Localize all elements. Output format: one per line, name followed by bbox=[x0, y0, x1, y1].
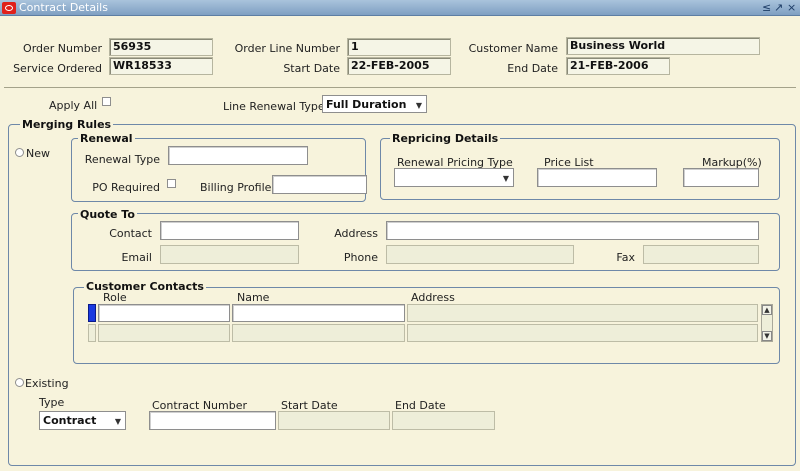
markup-input[interactable] bbox=[683, 168, 759, 187]
phone-field bbox=[386, 245, 574, 264]
renewal-title: Renewal bbox=[78, 132, 135, 145]
scroll-up-icon[interactable]: ▲ bbox=[762, 305, 772, 315]
existing-start-date-field bbox=[278, 411, 390, 430]
oracle-app-icon bbox=[2, 2, 16, 14]
maximize-icon[interactable]: ↗ bbox=[774, 1, 783, 14]
quote-to-title: Quote To bbox=[78, 208, 137, 221]
column-header-name: Name bbox=[237, 291, 270, 304]
contact-name-input[interactable] bbox=[232, 304, 405, 322]
title-bar bbox=[0, 0, 800, 16]
merging-rules-title: Merging Rules bbox=[20, 118, 114, 131]
contract-number-input[interactable] bbox=[149, 411, 276, 430]
email-field bbox=[160, 245, 299, 264]
start-date-field[interactable]: 22-FEB-2005 bbox=[347, 57, 451, 75]
close-icon[interactable]: × bbox=[787, 1, 796, 14]
column-header-address: Address bbox=[411, 291, 455, 304]
address-input[interactable] bbox=[386, 221, 759, 240]
row-selector-active[interactable] bbox=[88, 304, 96, 322]
order-number-label: Order Number bbox=[23, 42, 102, 55]
scroll-down-icon[interactable]: ▼ bbox=[762, 331, 772, 341]
existing-type-select[interactable]: Contract ▼ bbox=[39, 411, 126, 430]
address-label: Address bbox=[334, 227, 378, 240]
customer-name-field[interactable]: Business World bbox=[566, 37, 760, 55]
order-line-number-field[interactable]: 1 bbox=[347, 38, 451, 56]
contact-name-field bbox=[232, 324, 405, 342]
contact-role-field bbox=[98, 324, 230, 342]
chevron-down-icon: ▼ bbox=[415, 101, 422, 110]
service-ordered-field[interactable]: WR18533 bbox=[109, 57, 213, 75]
chevron-down-icon: ▼ bbox=[114, 417, 121, 426]
end-date-label: End Date bbox=[507, 62, 558, 75]
contact-input[interactable] bbox=[160, 221, 299, 240]
contact-address-field bbox=[407, 304, 758, 322]
end-date-field[interactable]: 21-FEB-2006 bbox=[566, 57, 670, 75]
customer-name-label: Customer Name bbox=[468, 42, 558, 55]
fax-field bbox=[643, 245, 759, 264]
contact-address-field bbox=[407, 324, 758, 342]
contact-label: Contact bbox=[109, 227, 152, 240]
existing-radio[interactable] bbox=[15, 378, 24, 387]
billing-profile-input[interactable] bbox=[272, 175, 367, 194]
column-header-role: Role bbox=[103, 291, 127, 304]
apply-all-checkbox[interactable] bbox=[102, 97, 111, 106]
new-radio[interactable] bbox=[15, 148, 24, 157]
repricing-details-title: Repricing Details bbox=[390, 132, 501, 145]
row-selector[interactable] bbox=[88, 324, 96, 342]
order-number-field[interactable]: 56935 bbox=[109, 38, 213, 56]
contact-role-input[interactable] bbox=[98, 304, 230, 322]
phone-label: Phone bbox=[343, 251, 378, 264]
header-divider bbox=[4, 87, 796, 88]
start-date-label: Start Date bbox=[283, 62, 340, 75]
line-renewal-type-label: Line Renewal Type bbox=[223, 100, 325, 113]
existing-end-date-field bbox=[392, 411, 495, 430]
existing-type-value: Contract bbox=[43, 414, 97, 427]
fax-label: Fax bbox=[616, 251, 635, 264]
new-radio-label: New bbox=[26, 147, 50, 160]
renewal-pricing-type-select[interactable]: ▼ bbox=[394, 168, 514, 187]
minimize-icon[interactable]: ≤ bbox=[762, 1, 771, 14]
email-label: Email bbox=[121, 251, 152, 264]
apply-all-label: Apply All bbox=[49, 99, 98, 112]
price-list-input[interactable] bbox=[537, 168, 657, 187]
billing-profile-label: Billing Profile bbox=[200, 181, 272, 194]
type-label: Type bbox=[39, 396, 65, 409]
existing-radio-label: Existing bbox=[25, 377, 69, 390]
po-required-checkbox[interactable] bbox=[167, 179, 176, 188]
order-line-number-label: Order Line Number bbox=[234, 42, 340, 55]
renewal-type-input[interactable] bbox=[168, 146, 308, 165]
window-title: Contract Details bbox=[19, 1, 108, 14]
chevron-down-icon: ▼ bbox=[502, 174, 509, 183]
line-renewal-type-select[interactable]: Full Duration ▼ bbox=[322, 95, 427, 113]
service-ordered-label: Service Ordered bbox=[13, 62, 102, 75]
line-renewal-type-value: Full Duration bbox=[326, 98, 407, 111]
po-required-label: PO Required bbox=[92, 181, 160, 194]
renewal-type-label: Renewal Type bbox=[84, 153, 160, 166]
